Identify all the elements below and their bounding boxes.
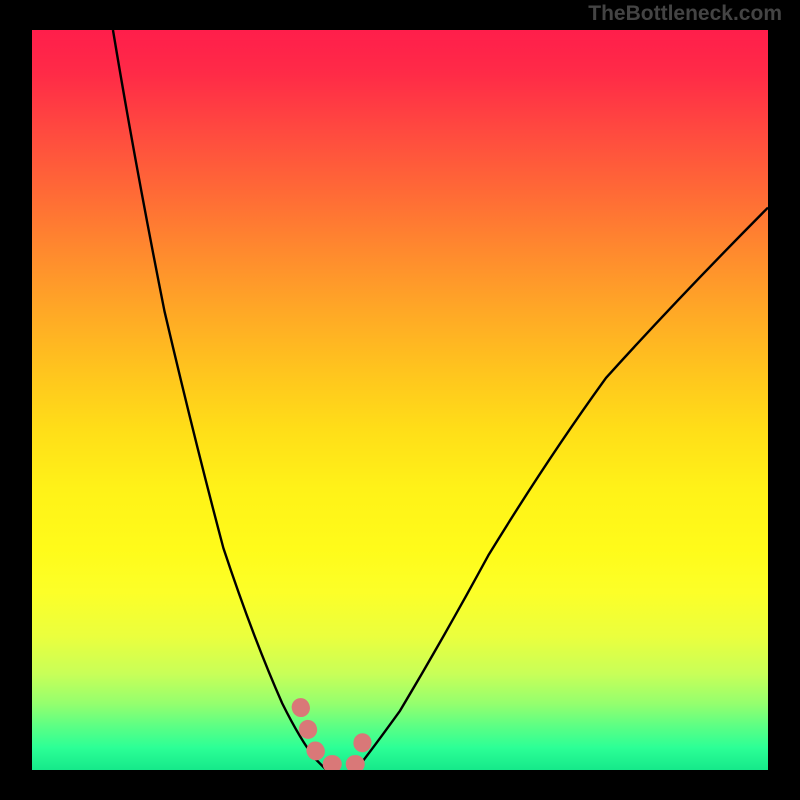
chart-svg (32, 30, 768, 770)
attribution-text: TheBottleneck.com (588, 2, 782, 26)
left-curve-path (113, 30, 326, 770)
plot-area (32, 30, 768, 770)
right-curve-path (356, 208, 768, 770)
bottom-marker-path (301, 707, 366, 764)
